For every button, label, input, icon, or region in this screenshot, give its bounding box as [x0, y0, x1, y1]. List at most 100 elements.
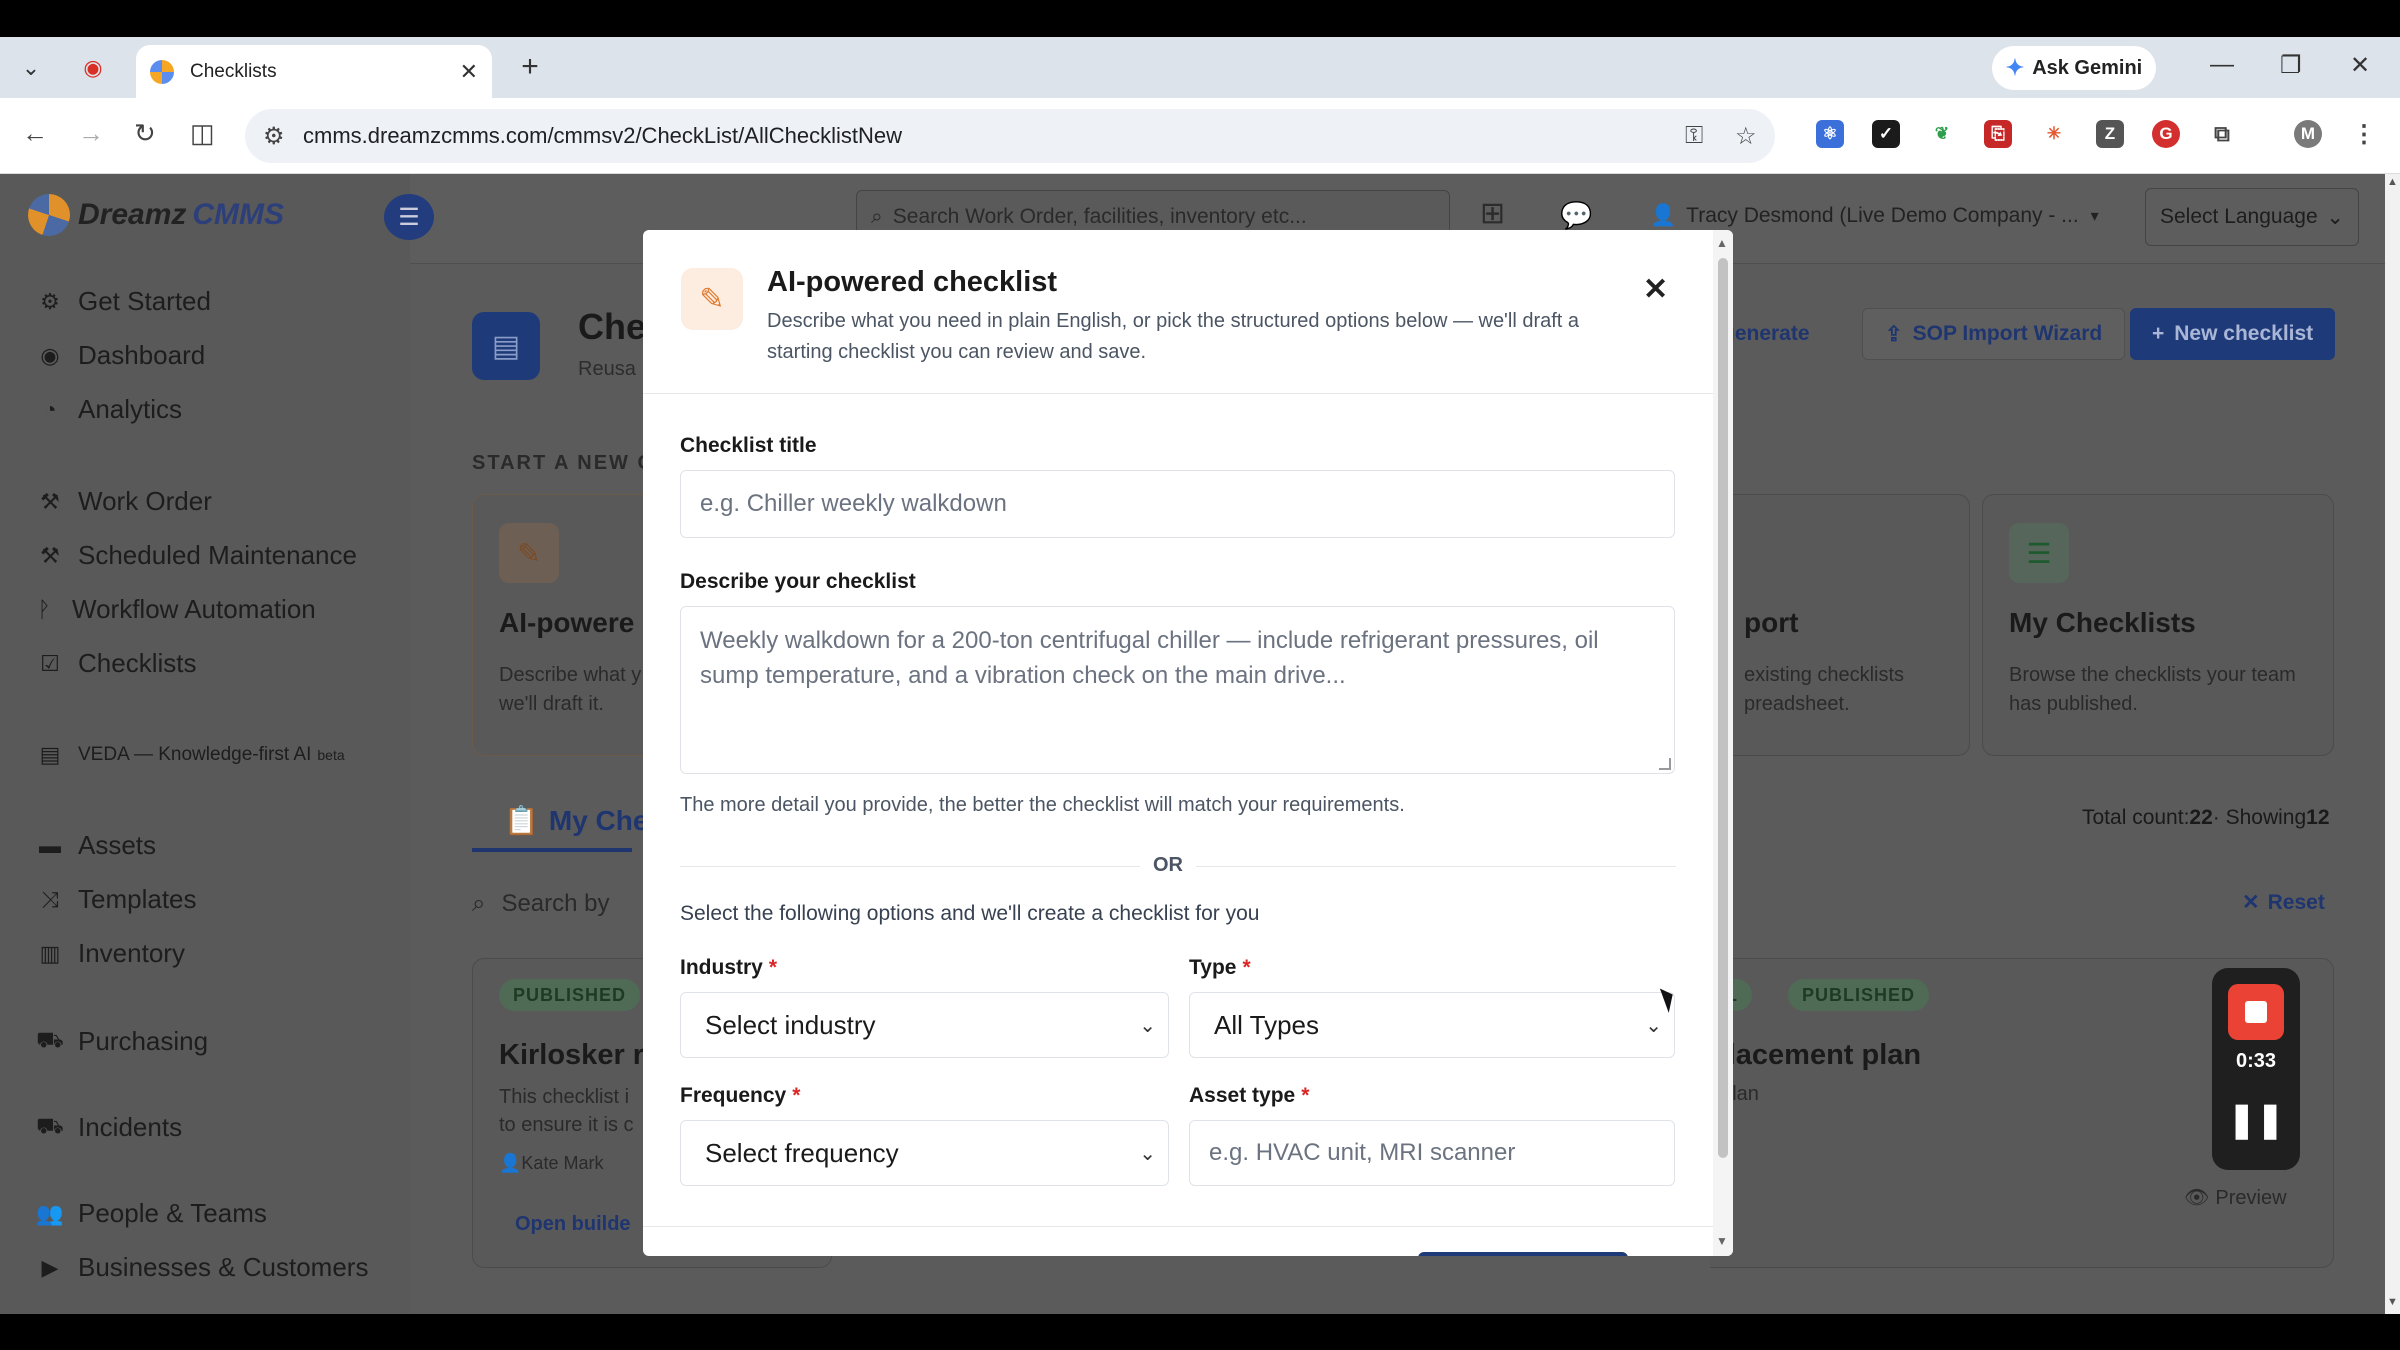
extension-asterisk-icon[interactable]: ✳: [2040, 120, 2068, 148]
scroll-down-icon[interactable]: ▼: [2387, 1296, 2398, 1308]
menu-toggle-icon[interactable]: ☰: [384, 194, 434, 240]
branch-icon: ᚹ: [37, 596, 51, 622]
modal-scroll-thumb[interactable]: [1718, 258, 1728, 1158]
frequency-select[interactable]: Select frequency ⌄: [680, 1120, 1169, 1186]
tab-underline: [472, 848, 632, 852]
minimize-icon[interactable]: —: [2210, 51, 2234, 79]
chevron-down-icon: ⌄: [1139, 1014, 1156, 1037]
ask-gemini-button[interactable]: ✦ Ask Gemini: [1992, 46, 2156, 90]
sidebar-item-assets[interactable]: ▬ Assets: [36, 830, 156, 861]
scroll-down-icon[interactable]: ▼: [1716, 1234, 1728, 1248]
sidebar-item-get-started[interactable]: ⚙ Get Started: [36, 286, 211, 317]
frequency-value: Select frequency: [705, 1137, 899, 1168]
asset-type-placeholder: e.g. HVAC unit, MRI scanner: [1209, 1139, 1516, 1166]
describe-checklist-textarea[interactable]: Weekly walkdown for a 200-ton centrifuga…: [680, 606, 1675, 774]
extensions-puzzle-icon[interactable]: ⧉: [2208, 120, 2236, 148]
tab-my-checklists[interactable]: 📋 My Che: [504, 804, 648, 837]
footer-divider: [643, 1226, 1713, 1227]
list-search-input[interactable]: ⌕ Search by: [472, 874, 672, 934]
sidebar-item-businesses-customers[interactable]: ▶ Businesses & Customers: [36, 1252, 369, 1283]
forward-arrow-icon[interactable]: →: [78, 118, 104, 149]
dashboard-icon: ◉: [40, 342, 60, 368]
user-menu[interactable]: 👤 Tracy Desmond (Live Demo Company - ...…: [1650, 204, 2099, 228]
sidebar-item-scheduled-maintenance[interactable]: ⚒ Scheduled Maintenance: [36, 540, 357, 571]
split-view-icon[interactable]: ◫: [190, 118, 215, 149]
record-indicator-icon[interactable]: ◉: [76, 51, 110, 85]
card-description: Browse the checklists your team has publ…: [2009, 664, 2296, 715]
inventory-icon: ▥: [39, 940, 61, 966]
close-icon[interactable]: ✕: [460, 59, 478, 85]
preview-label: Preview: [2215, 1187, 2287, 1209]
extension-pdf-icon[interactable]: ⎘: [1984, 120, 2012, 148]
new-checklist-label: New checklist: [2174, 322, 2314, 345]
resize-grip-icon[interactable]: [1659, 758, 1671, 770]
required-mark: *: [792, 1084, 801, 1107]
scroll-up-icon[interactable]: ▲: [2387, 176, 2398, 188]
sidebar-item-label: Businesses & Customers: [78, 1252, 369, 1282]
key-icon[interactable]: ⚿: [1685, 122, 1703, 150]
restore-icon[interactable]: ❐: [2280, 51, 2302, 80]
stop-recording-button[interactable]: [2228, 984, 2284, 1040]
required-mark: *: [1301, 1084, 1310, 1107]
sop-import-wizard-button[interactable]: ⇪ SOP Import Wizard: [1862, 308, 2126, 360]
sidebar-item-inventory[interactable]: ▥ Inventory: [36, 938, 185, 969]
new-tab-button[interactable]: +: [512, 49, 548, 85]
sidebar-item-dashboard[interactable]: ◉ Dashboard: [36, 340, 205, 371]
sidebar-item-workflow-automation[interactable]: ᚹ Workflow Automation: [30, 594, 315, 625]
extension-z-icon[interactable]: Z: [2096, 120, 2124, 148]
ask-gemini-label: Ask Gemini: [2032, 56, 2143, 79]
modal-description: Describe what you need in plain English,…: [767, 310, 1580, 363]
card-my-checklists[interactable]: ☰ My Checklists Browse the checklists yo…: [1982, 494, 2334, 756]
pause-icon[interactable]: ❚❚: [2212, 1100, 2300, 1140]
open-builder-link[interactable]: Open builde: [515, 1213, 631, 1236]
modal-scrollbar[interactable]: ▲ ▼: [1713, 230, 1733, 1256]
tab-search-chevron-icon[interactable]: ⌄: [14, 51, 48, 85]
generate-checklist-button[interactable]: [1418, 1252, 1628, 1256]
browser-tab-checklists[interactable]: Checklists ✕: [136, 45, 492, 98]
profile-avatar[interactable]: M: [2294, 120, 2322, 148]
back-arrow-icon[interactable]: ←: [22, 118, 48, 149]
eye-icon: 👁: [2184, 1187, 2210, 1209]
extension-g-icon[interactable]: G: [2152, 120, 2180, 148]
sidebar-item-checklists[interactable]: ☑ Checklists: [36, 648, 196, 679]
page-scrollbar[interactable]: ▲ ▼: [2385, 174, 2400, 1314]
scan-icon[interactable]: ⊞: [1480, 196, 1505, 231]
sidebar-item-people-teams[interactable]: 👥 People & Teams: [36, 1198, 267, 1229]
preview-link[interactable]: 👁 Preview: [2184, 1185, 2287, 1210]
sidebar-item-analytics[interactable]: ◔ Analytics: [36, 394, 182, 425]
sidebar-item-work-order[interactable]: ⚒ Work Order: [36, 486, 212, 517]
language-select[interactable]: Select Language ⌄: [2145, 188, 2359, 246]
total-count: Total count:22· Showing12: [2082, 806, 2330, 830]
type-select[interactable]: All Types ⌄: [1189, 992, 1675, 1058]
chat-icon[interactable]: 💬: [1560, 200, 1592, 231]
describe-placeholder: Weekly walkdown for a 200-ton centrifuga…: [700, 627, 1599, 689]
reset-button[interactable]: ✕ Reset: [2242, 890, 2325, 915]
required-mark: *: [768, 956, 778, 979]
close-icon: ✕: [2242, 891, 2260, 914]
extension-check-icon[interactable]: ✓: [1872, 120, 1900, 148]
checklist-page-icon: ▤: [472, 312, 540, 380]
extension-leaf-icon[interactable]: ❦: [1928, 120, 1956, 148]
browser-menu-icon[interactable]: ⋮: [2350, 120, 2378, 148]
star-icon[interactable]: ☆: [1735, 122, 1757, 151]
sidebar-item-veda[interactable]: ▤ VEDA — Knowledge-first AI beta: [36, 742, 345, 768]
tab-label: My Che: [548, 804, 649, 836]
sidebar-item-purchasing[interactable]: ⛟ Purchasing: [36, 1026, 208, 1057]
analytics-icon: ◔: [43, 396, 57, 422]
card-import[interactable]: port existing checklists preadsheet.: [1710, 494, 1970, 756]
sidebar-item-templates[interactable]: ⤨ Templates: [36, 884, 196, 915]
address-bar[interactable]: ⚙ cmms.dreamzcmms.com/cmmsv2/CheckList/A…: [245, 109, 1775, 163]
industry-select[interactable]: Select industry ⌄: [680, 992, 1169, 1058]
sidebar-item-label: Get Started: [78, 286, 211, 316]
new-checklist-button[interactable]: + New checklist: [2130, 308, 2336, 360]
scroll-up-icon[interactable]: ▲: [1716, 236, 1728, 250]
extension-translate-icon[interactable]: ⚛: [1816, 120, 1844, 148]
asset-type-input[interactable]: e.g. HVAC unit, MRI scanner: [1189, 1120, 1675, 1186]
dreamz-logo[interactable]: Dreamz CMMS: [28, 194, 284, 236]
reload-icon[interactable]: ↻: [134, 118, 156, 149]
card-title: port: [1744, 607, 1799, 638]
site-settings-icon[interactable]: ⚙: [263, 122, 285, 151]
checklist-title-input[interactable]: e.g. Chiller weekly walkdown: [680, 470, 1675, 538]
window-close-icon[interactable]: ✕: [2350, 51, 2370, 80]
modal-close-icon[interactable]: ✕: [1643, 272, 1668, 307]
